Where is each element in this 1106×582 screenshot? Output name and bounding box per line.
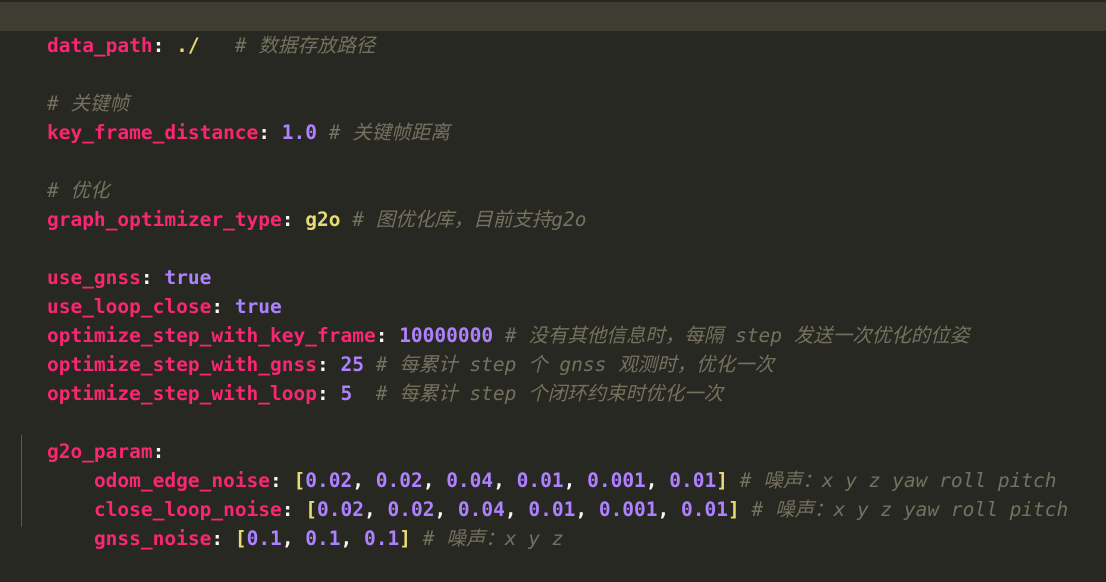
code-line-10[interactable]: use_loop_close: true [0, 263, 1106, 318]
comment: # 每累计 step 个闭环约束时优化一次 [375, 382, 724, 405]
code-line-17[interactable]: close_loop_noise: [0.02, 0.02, 0.04, 0.0… [0, 466, 1106, 521]
list-value: 0.1 [364, 527, 400, 550]
yaml-key: graph_optimizer_type [46, 208, 282, 231]
code-editor[interactable]: data_path: ./ # 数据存放路径 # 关键帧 key_frame_d… [0, 0, 1106, 550]
code-line-11[interactable]: optimize_step_with_key_frame: 10000000 #… [0, 292, 1106, 347]
yaml-key: gnss_noise [93, 527, 212, 550]
comma: , [340, 527, 365, 550]
colon: : [281, 208, 306, 231]
list-value: 0.1 [305, 527, 341, 550]
colon: : [317, 382, 341, 405]
code-line-1[interactable]: data_path: ./ # 数据存放路径 [0, 2, 1106, 57]
comment: # 图优化库，目前支持g2o [352, 208, 587, 231]
code-line-15[interactable]: g2o_param: [0, 408, 1106, 463]
close-bracket: ] [399, 527, 411, 550]
colon: : [258, 121, 282, 144]
yaml-key: optimize_step_with_loop [46, 382, 317, 405]
list-value: 0.1 [246, 527, 282, 550]
colon: : [152, 34, 177, 57]
comment: # 关键帧距离 [328, 121, 450, 144]
yaml-value: ./ [176, 34, 200, 57]
yaml-value: g2o [305, 208, 341, 231]
yaml-key: key_frame_distance [46, 121, 259, 144]
colon: : [211, 527, 235, 550]
code-line-9[interactable]: use_gnss: true [0, 234, 1106, 289]
comment: # 噪声：x y z [422, 527, 564, 550]
open-bracket: [ [234, 527, 247, 550]
code-line-7[interactable]: graph_optimizer_type: g2o # 图优化库，目前支持g2o [0, 176, 1106, 231]
code-line-12[interactable]: optimize_step_with_gnss: 25 # 每累计 step 个… [0, 321, 1106, 376]
code-line-3[interactable]: # 关键帧 [0, 60, 1106, 115]
yaml-list: [0.1, 0.1, 0.1] [235, 527, 411, 550]
yaml-key: data_path [46, 34, 153, 57]
code-line-18[interactable]: gnss_noise: [0.1, 0.1, 0.1] # 噪声：x y z [0, 495, 1106, 550]
yaml-value: 1.0 [281, 121, 318, 144]
comma: , [281, 527, 306, 550]
code-line-4[interactable]: key_frame_distance: 1.0 # 关键帧距离 [0, 89, 1106, 144]
code-line-16[interactable]: odom_edge_noise: [0.02, 0.02, 0.04, 0.01… [0, 437, 1106, 492]
comment: # 数据存放路径 [234, 34, 376, 57]
yaml-value: 5 [340, 382, 353, 405]
code-line-6[interactable]: # 优化 [0, 147, 1106, 202]
code-line-13[interactable]: optimize_step_with_loop: 5 # 每累计 step 个闭… [0, 350, 1106, 405]
